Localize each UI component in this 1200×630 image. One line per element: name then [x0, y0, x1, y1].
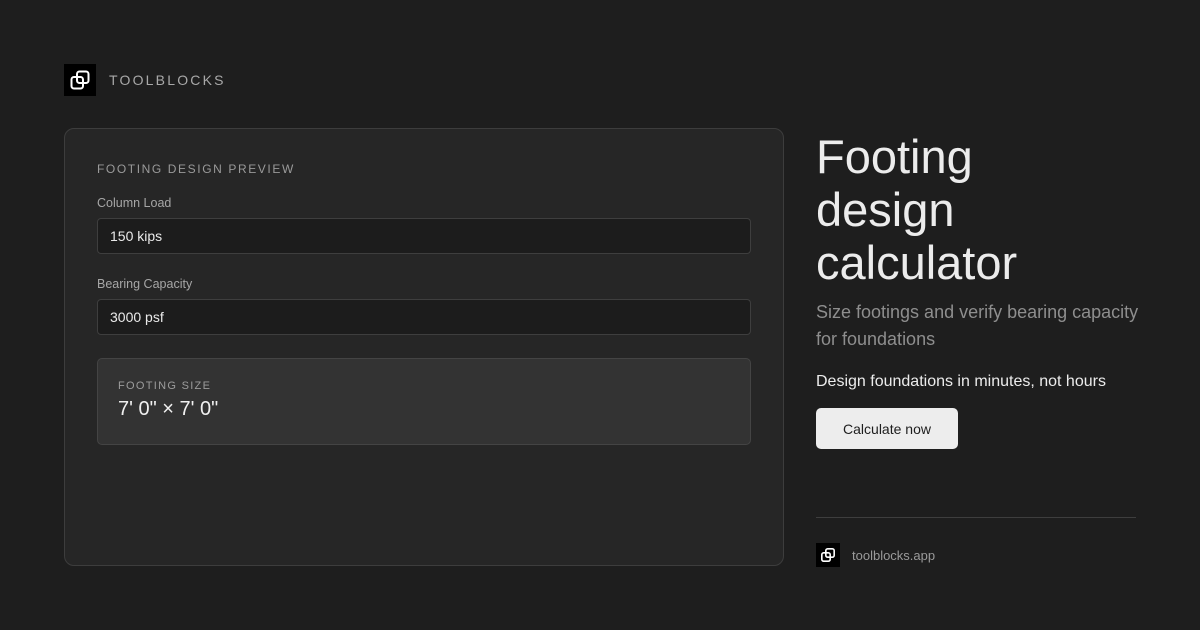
footing-size-result: FOOTING SIZE 7' 0" × 7' 0" [97, 358, 751, 445]
title-line: calculator [816, 236, 1018, 289]
subtitle: Size footings and verify bearing capacit… [816, 302, 1139, 349]
divider [816, 517, 1136, 518]
footing-size-label: FOOTING SIZE [118, 380, 212, 392]
card-title: FOOTING DESIGN PREVIEW [97, 162, 295, 176]
page-title: Footing design calculator [816, 130, 1156, 289]
tagline: Design foundations in minutes, not hours [816, 373, 1106, 390]
og-card: TOOLBLOCKS FOOTING DESIGN PREVIEW Column… [0, 0, 1200, 630]
title-line: Footing [816, 130, 973, 183]
footer: toolblocks.app [816, 543, 935, 567]
column-load-input[interactable]: 150 kips [97, 218, 751, 254]
brand-name: TOOLBLOCKS [109, 72, 226, 88]
toolblocks-logo-icon [64, 64, 96, 96]
calculate-now-button[interactable]: Calculate now [816, 408, 958, 449]
title-line: design [816, 183, 955, 236]
footer-url-link[interactable]: toolblocks.app [852, 548, 935, 563]
brand-header: TOOLBLOCKS [64, 64, 226, 96]
bearing-capacity-input[interactable]: 3000 psf [97, 299, 751, 335]
footing-size-value: 7' 0" × 7' 0" [118, 398, 219, 420]
column-load-label: Column Load [97, 196, 172, 210]
footing-preview-card: FOOTING DESIGN PREVIEW Column Load 150 k… [64, 128, 784, 566]
bearing-capacity-label: Bearing Capacity [97, 277, 193, 291]
toolblocks-logo-icon [816, 543, 840, 567]
